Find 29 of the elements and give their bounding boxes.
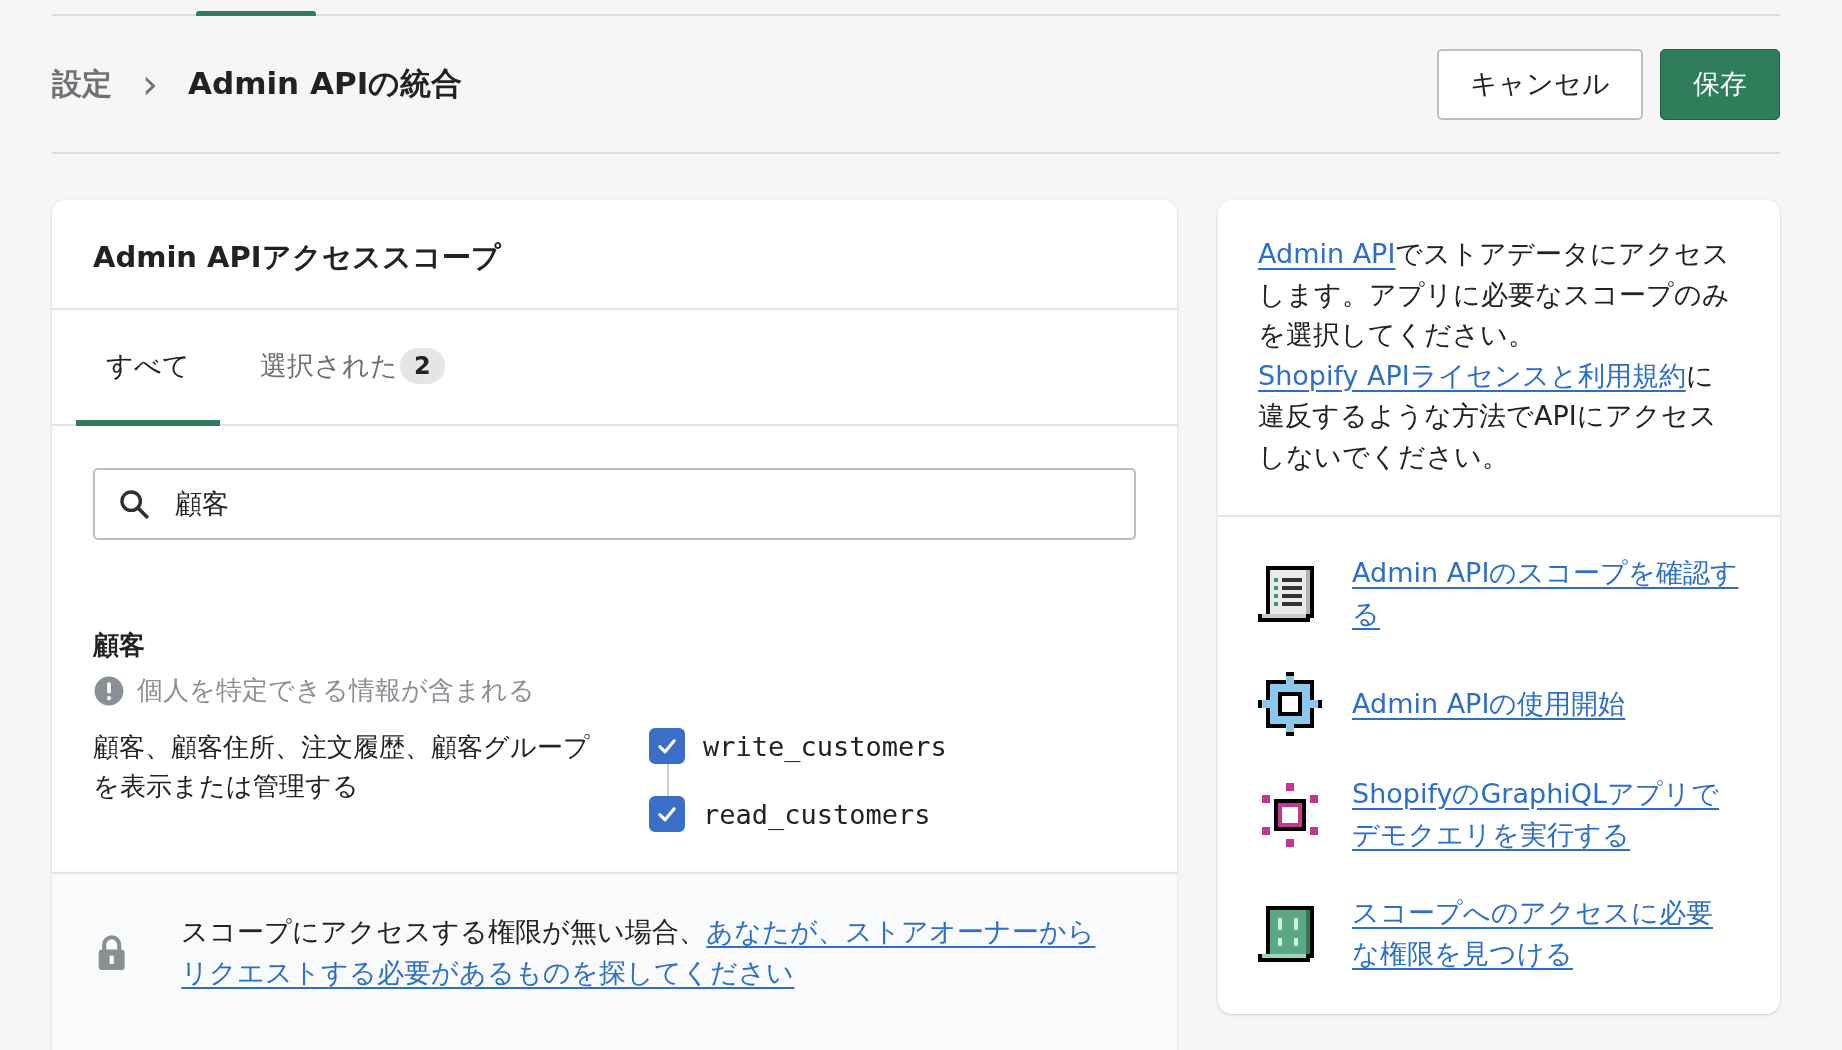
- text-link[interactable]: Admin API: [1258, 238, 1396, 269]
- resource-link[interactable]: Admin APIの使用開始: [1352, 683, 1626, 725]
- breadcrumb-link[interactable]: 設定: [52, 63, 112, 105]
- text-link[interactable]: あなたが、ストアオーナーから: [706, 916, 1096, 947]
- text-link[interactable]: リクエストする必要があるものを探してください: [181, 956, 795, 988]
- search-icon: [117, 487, 151, 521]
- page-title: Admin APIの統合: [188, 64, 463, 103]
- search-field[interactable]: 顧客: [93, 468, 1136, 540]
- resource-link[interactable]: ShopifyのGraphiQLアプリでデモクエリを実行する: [1352, 774, 1740, 855]
- scope-label: write_customers: [703, 730, 947, 762]
- notice-text: スコープにアクセスする権限が無い場合、あなたが、ストアオーナーから リクエストする必要があるものを探してください: [181, 915, 1097, 990]
- count-badge: 2: [400, 348, 445, 384]
- scope-label: read_customers: [703, 798, 931, 830]
- alert-icon: [93, 674, 125, 707]
- breadcrumb-separator: ›: [142, 64, 158, 104]
- resource-link[interactable]: Admin APIのスコープを確認する: [1352, 553, 1740, 634]
- intro-text: Admin APIでストアデータにアクセスします。アプリに必要なスコープのみを選択してください。 Shopify APIライセンスと利用規約に違反するような方法でAPIにアクセスしないでください。: [1218, 200, 1780, 517]
- text-link[interactable]: Shopify APIライセンスと利用規約: [1258, 359, 1686, 391]
- checkbox[interactable]: [649, 796, 685, 832]
- section-title: 顧客: [93, 629, 146, 662]
- tab[interactable]: 選択された 2: [230, 310, 475, 426]
- save-button[interactable]: 保存: [1660, 48, 1780, 120]
- warning-text: 個人を特定できる情報が含まれる: [137, 674, 535, 707]
- tab[interactable]: すべて: [76, 310, 220, 426]
- cancel-button[interactable]: キャンセル: [1437, 48, 1643, 120]
- scope-description: 顧客、顧客住所、注文履歴、顧客グループを表示または管理する: [93, 731, 591, 803]
- resource-link[interactable]: スコープへのアクセスに必要な権限を見つける: [1352, 893, 1740, 974]
- checkbox[interactable]: [649, 728, 685, 764]
- card-title: Admin APIアクセススコープ: [52, 200, 1177, 310]
